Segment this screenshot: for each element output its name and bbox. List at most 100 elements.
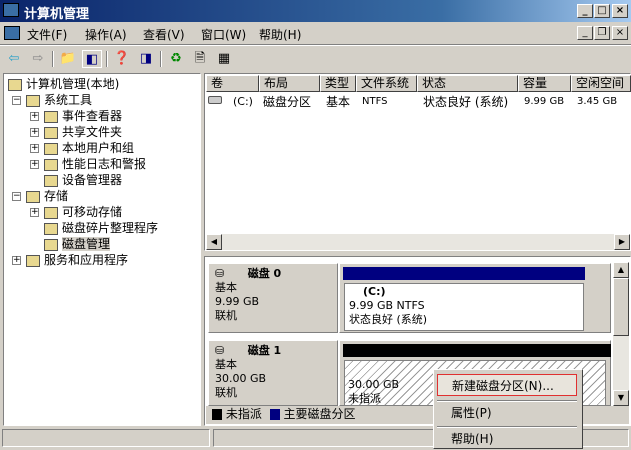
help-icon[interactable]: ❓ [112, 50, 132, 68]
tree-item[interactable]: 设备管理器 [44, 172, 122, 188]
tree-item[interactable]: + 可移动存储 [30, 204, 122, 220]
cell-volume: (C:) [233, 95, 253, 108]
scroll-left-button[interactable]: ◀ [206, 234, 222, 250]
tree-item[interactable]: − 系统工具 [12, 92, 92, 108]
menu-file[interactable]: 文件(F) [27, 26, 67, 43]
disk-name: 磁盘 0 [247, 267, 282, 280]
console-tree: 计算机管理(本地) − 系统工具 + 事件查看器 + 共享文件夹 + 本地用户和组 + 性能日志和警… [3, 73, 201, 426]
tree-item[interactable]: + 服务和应用程序 [12, 252, 129, 268]
menu-window[interactable]: 窗口(W) [201, 26, 246, 43]
column-header-filesystem[interactable]: 文件系统 [356, 75, 417, 92]
tree-node-icon [26, 254, 40, 267]
partition-label: (C:) [363, 285, 386, 298]
tree-item[interactable]: + 本地用户和组 [30, 140, 135, 156]
tree-item[interactable]: + 性能日志和警报 [30, 156, 146, 172]
expand-toggle[interactable]: + [12, 256, 21, 265]
expand-toggle[interactable]: + [30, 144, 39, 153]
tree-node-icon [44, 142, 58, 155]
tree-item-label: 存储 [44, 189, 69, 203]
tree-item[interactable]: + 事件查看器 [30, 108, 123, 124]
properties-icon[interactable]: ▦ [214, 50, 234, 68]
scroll-down-button[interactable]: ▼ [613, 390, 629, 406]
child-close-button[interactable]: × [612, 26, 628, 40]
tree-item[interactable]: + 共享文件夹 [30, 124, 122, 140]
cell-free: 3.45 GB [577, 96, 618, 107]
scroll-right-button[interactable]: ▶ [614, 234, 630, 250]
disk-state: 联机 [215, 386, 237, 399]
tree-node-icon [44, 222, 58, 235]
refresh-icon[interactable]: ♻ [166, 50, 186, 68]
partition-size: 9.99 GB NTFS [349, 299, 425, 312]
minimize-button[interactable]: _ [577, 4, 593, 18]
tree-item-label: 服务和应用程序 [44, 253, 129, 267]
disk-size: 9.99 GB [215, 295, 260, 308]
tree-item[interactable]: 磁盘管理 [44, 236, 111, 252]
tree-item-label: 事件查看器 [62, 109, 123, 123]
menu-item-properties[interactable]: 属性(P) [437, 402, 577, 424]
column-header-type[interactable]: 类型 [320, 75, 356, 92]
column-header-status[interactable]: 状态 [417, 75, 518, 92]
computer-management-icon [3, 3, 19, 17]
volume-icon [208, 96, 222, 104]
tree-item[interactable]: − 存储 [12, 188, 69, 204]
unallocated-bar [343, 344, 611, 357]
menu-item-help[interactable]: 帮助(H) [437, 428, 577, 450]
tree-item[interactable]: 磁盘碎片整理程序 [44, 220, 158, 236]
child-restore-button[interactable]: ❐ [594, 26, 610, 40]
up-folder-icon[interactable]: 📁 [58, 50, 78, 68]
tree-node-icon [44, 238, 58, 251]
legend-swatch-primary [269, 409, 280, 420]
expand-toggle[interactable]: − [12, 192, 21, 201]
export-list-icon[interactable]: 🗎 [190, 50, 210, 68]
disk-icon: ⛁ [215, 344, 225, 357]
column-header-volume[interactable]: 卷 [206, 75, 259, 92]
cell-layout: 磁盘分区 [263, 95, 312, 109]
horizontal-scrollbar[interactable]: ◀ ▶ [206, 234, 630, 250]
maximize-button[interactable]: □ [594, 4, 610, 18]
expand-toggle[interactable]: + [30, 208, 39, 217]
back-icon[interactable]: ⇦ [4, 50, 24, 68]
expand-toggle[interactable]: + [30, 128, 39, 137]
context-menu: 新建磁盘分区(N)... 属性(P) 帮助(H) [433, 369, 583, 449]
cell-capacity: 9.99 GB [524, 96, 565, 107]
menu-bar: 文件(F) 操作(A) 查看(V) 窗口(W) 帮助(H) _ ❐ × [0, 22, 631, 45]
show-hide-tree-icon[interactable]: ◧ [82, 50, 102, 68]
vertical-scrollbar[interactable]: ▲ ▼ [613, 262, 629, 406]
partition-status: 状态良好 (系统) [349, 313, 428, 326]
tree-item-label: 本地用户和组 [62, 141, 135, 155]
expand-toggle[interactable]: + [30, 160, 39, 169]
partition-c[interactable]: (C:) 9.99 GB NTFS 状态良好 (系统) [344, 283, 584, 331]
tree-node-icon [44, 174, 58, 187]
show-action-pane-icon[interactable]: ◨ [136, 50, 156, 68]
expand-toggle[interactable]: + [30, 112, 39, 121]
title-bar: 计算机管理 _ □ × [0, 0, 631, 22]
mmc-icon [4, 26, 20, 40]
tree-node-icon [26, 190, 40, 203]
menu-help[interactable]: 帮助(H) [259, 26, 301, 43]
volume-list: 卷 布局 类型 文件系统 状态 容量 空闲空间 (C:) 磁盘分区 基本 NTF… [204, 73, 631, 251]
tree-item-label: 磁盘管理 [62, 237, 111, 251]
disk-size: 30.00 GB [215, 372, 267, 385]
column-header-free-space[interactable]: 空闲空间 [571, 75, 631, 92]
tree-item-label: 计算机管理(本地) [26, 77, 120, 91]
expand-toggle[interactable]: − [12, 96, 21, 105]
scroll-thumb[interactable] [613, 278, 629, 336]
close-button[interactable]: × [612, 4, 628, 18]
forward-icon[interactable]: ⇨ [28, 50, 48, 68]
tree-node-icon [8, 78, 22, 91]
disk-0-info[interactable]: ⛁ 磁盘 0 基本 9.99 GB 联机 [208, 263, 338, 333]
child-minimize-button[interactable]: _ [577, 26, 593, 40]
menu-action[interactable]: 操作(A) [85, 26, 127, 43]
disk-0-partitions: (C:) 9.99 GB NTFS 状态良好 (系统) [339, 263, 611, 333]
tree-node-icon [26, 94, 40, 107]
tree-item[interactable]: 计算机管理(本地) [8, 76, 119, 92]
tree-node-icon [44, 158, 58, 171]
menu-view[interactable]: 查看(V) [143, 26, 185, 43]
menu-item-new-partition[interactable]: 新建磁盘分区(N)... [437, 374, 577, 396]
disk-1-info[interactable]: ⛁ 磁盘 1 基本 30.00 GB 联机 [208, 340, 338, 406]
scroll-up-button[interactable]: ▲ [613, 262, 629, 278]
column-header-capacity[interactable]: 容量 [518, 75, 571, 92]
disk-type: 基本 [215, 358, 237, 371]
cell-filesystem: NTFS [362, 96, 388, 107]
column-header-layout[interactable]: 布局 [259, 75, 320, 92]
